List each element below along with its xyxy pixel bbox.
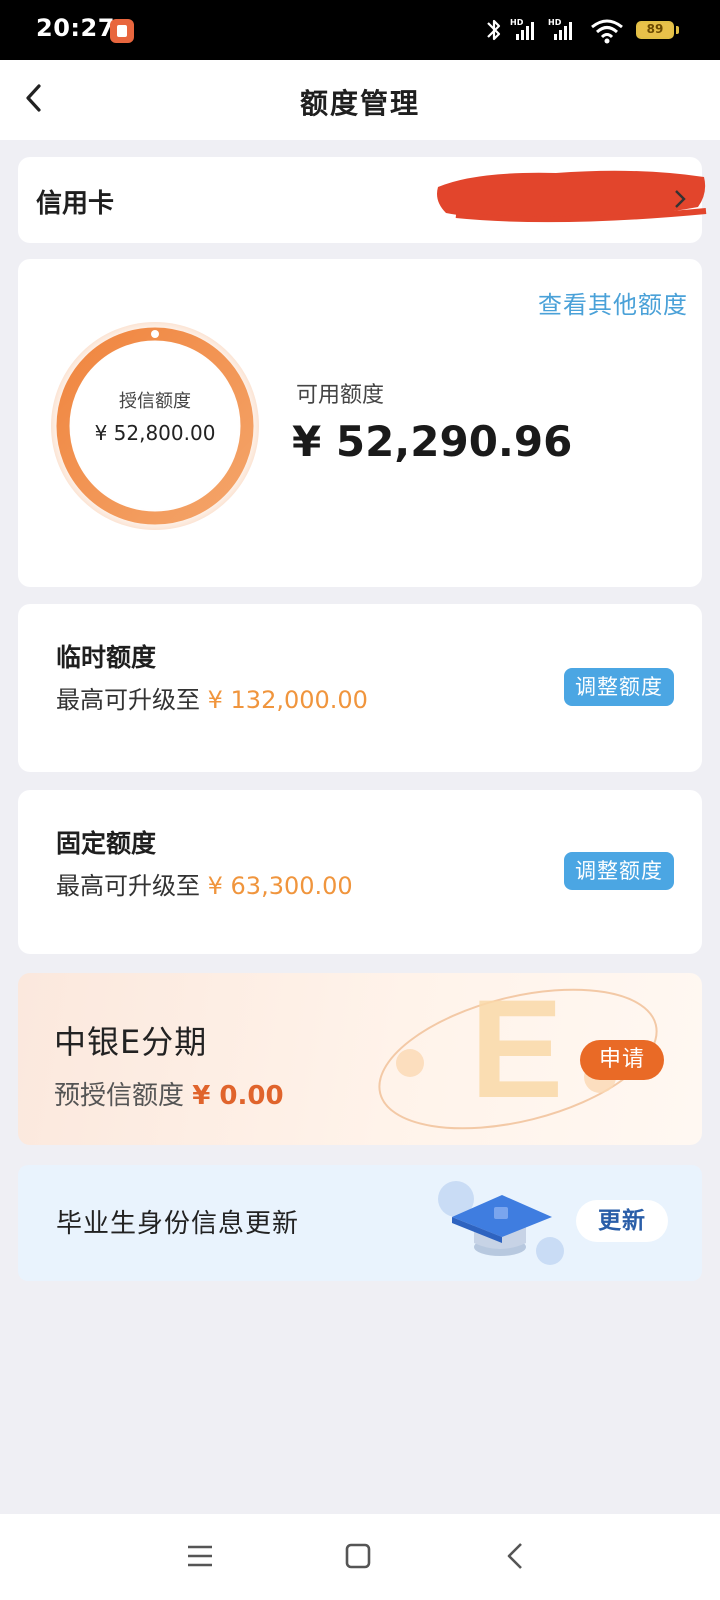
nav-back-icon[interactable] — [504, 1540, 526, 1572]
pre-credit-line: 预授信额度 ¥ 0.00 — [54, 1075, 284, 1112]
battery-icon: 89 — [636, 21, 674, 39]
svg-text:E: E — [470, 973, 563, 1127]
wifi-icon — [591, 19, 623, 44]
temporary-limit-desc: 最高可升级至 ¥ 132,000.00 — [56, 680, 368, 715]
fixed-limit-title: 固定额度 — [56, 829, 157, 858]
menu-icon[interactable] — [186, 1542, 214, 1570]
limit-overview-card: 查看其他额度 授信额度 ¥ 52,800.00 可用额度 ¥ 52,290.96 — [18, 259, 702, 587]
view-other-limits-link[interactable]: 查看其他额度 — [538, 285, 688, 320]
bluetooth-icon — [487, 19, 501, 41]
signal-hd-2-icon: HD — [548, 18, 574, 42]
credit-limit-value: ¥ 52,800.00 — [94, 421, 216, 445]
notification-app-icon — [110, 19, 134, 43]
available-limit-label: 可用额度 — [296, 383, 385, 408]
available-limit-value: ¥ 52,290.96 — [292, 417, 573, 466]
credit-limit-label: 授信额度 — [119, 391, 191, 412]
system-nav-bar — [0, 1514, 720, 1600]
fixed-limit-desc-prefix: 最高可升级至 — [56, 872, 200, 900]
temporary-limit-desc-prefix: 最高可升级至 — [56, 686, 200, 714]
e-installment-card: E 中银E分期 预授信额度 ¥ 0.00 申请 — [18, 973, 702, 1145]
update-button[interactable]: 更新 — [576, 1200, 668, 1242]
battery-level: 89 — [646, 22, 664, 36]
card-type-label: 信用卡 — [36, 189, 115, 219]
fixed-limit-desc: 最高可升级至 ¥ 63,300.00 — [56, 866, 353, 901]
chevron-right-icon — [675, 190, 686, 208]
apply-button[interactable]: 申请 — [580, 1040, 664, 1080]
signal-hd-1-icon: HD — [510, 18, 536, 42]
card-type-row[interactable]: 信用卡 — [18, 157, 707, 243]
redacted-card-number — [437, 170, 707, 223]
battery-tip — [676, 26, 679, 34]
home-square-icon[interactable] — [344, 1542, 372, 1570]
status-time: 20:27 — [36, 14, 115, 42]
status-bar: 20:27 HD HD 89 — [0, 0, 720, 60]
page-title: 额度管理 — [299, 87, 420, 120]
graduate-update-label: 毕业生身份信息更新 — [56, 1209, 300, 1239]
temporary-limit-title: 临时额度 — [56, 643, 157, 672]
pre-credit-value: ¥ 0.00 — [192, 1081, 284, 1111]
adjust-fixed-limit-button[interactable]: 调整额度 — [564, 852, 674, 890]
e-installment-title: 中银E分期 — [54, 1023, 208, 1061]
temporary-limit-max-amount: ¥ 132,000.00 — [207, 686, 368, 714]
temporary-limit-card: 临时额度 最高可升级至 ¥ 132,000.00 调整额度 — [18, 604, 702, 772]
fixed-limit-card: 固定额度 最高可升级至 ¥ 63,300.00 调整额度 — [18, 790, 702, 954]
graduate-update-card: 毕业生身份信息更新 更新 — [18, 1165, 702, 1281]
header: 额度管理 — [0, 60, 720, 140]
pre-credit-label: 预授信额度 — [54, 1081, 185, 1111]
fixed-limit-max-amount: ¥ 63,300.00 — [207, 872, 353, 900]
graduation-cap-icon — [438, 1181, 564, 1265]
adjust-temporary-limit-button[interactable]: 调整额度 — [564, 668, 674, 706]
